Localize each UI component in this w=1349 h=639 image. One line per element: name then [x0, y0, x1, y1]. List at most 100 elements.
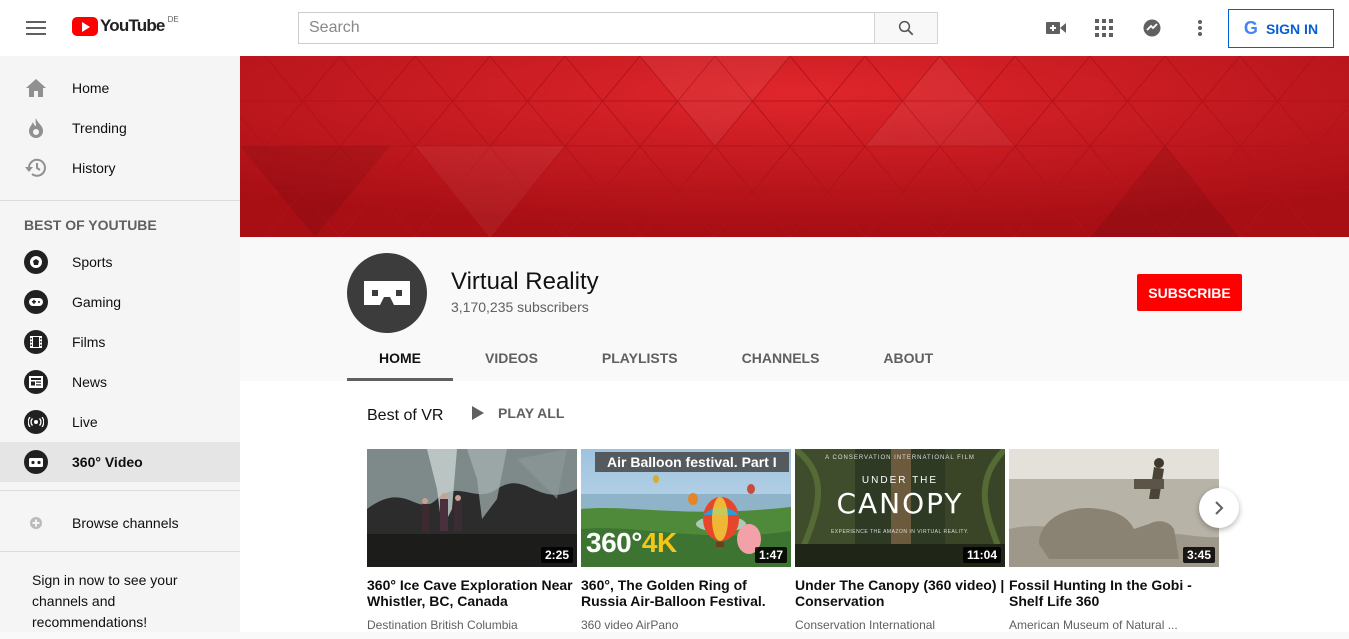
sidebar-item-label: History: [72, 160, 116, 176]
sidebar-item-label: Films: [72, 334, 106, 350]
tab-about[interactable]: ABOUT: [851, 335, 965, 381]
films-icon: [24, 330, 48, 354]
google-g-icon: G: [1243, 18, 1258, 38]
create-video-icon[interactable]: [1044, 16, 1068, 40]
video-duration: 2:25: [540, 547, 573, 563]
video-thumbnail[interactable]: 2:25: [367, 449, 577, 567]
video-shelf: 2:25 360° Ice Cave Exploration Near Whis…: [367, 449, 1219, 632]
video-title[interactable]: Fossil Hunting In the Gobi - Shelf Life …: [1009, 577, 1219, 609]
sidebar-item-browse-channels[interactable]: Browse channels: [0, 503, 240, 543]
shelf-next-button[interactable]: [1199, 488, 1239, 528]
sidebar-item-live[interactable]: Live: [0, 402, 240, 442]
video-channel[interactable]: Conservation International: [795, 618, 1005, 632]
messages-icon[interactable]: [1140, 16, 1164, 40]
youtube-play-icon: [72, 16, 98, 36]
play-all-button[interactable]: PLAY ALL: [472, 405, 564, 421]
sidebar-item-label: Browse channels: [72, 515, 179, 531]
sidebar-item-history[interactable]: History: [0, 148, 240, 188]
logo-region: DE: [167, 14, 179, 24]
sidebar-item-360-video[interactable]: 360° Video: [0, 442, 240, 482]
tab-videos[interactable]: VIDEOS: [453, 335, 570, 381]
sidebar-item-label: Home: [72, 80, 110, 96]
logo-text: YouTube: [100, 16, 165, 35]
more-vert-icon[interactable]: [1188, 16, 1212, 40]
search-icon: [898, 20, 914, 36]
channel-content: Best of VR PLAY ALL 2:25 360° Ice Cave E…: [240, 381, 1349, 632]
channel-header: Virtual Reality 3,170,235 subscribers SU…: [240, 237, 1349, 381]
thumbnail-canopy-title: CANOPY: [836, 487, 964, 520]
tab-playlists[interactable]: PLAYLISTS: [570, 335, 710, 381]
channel-title: Virtual Reality: [451, 268, 599, 295]
youtube-logo[interactable]: YouTube DE: [72, 14, 179, 36]
video-duration: 1:47: [754, 547, 787, 563]
flame-icon: [24, 116, 48, 140]
thumbnail-4k-text: 4K: [641, 527, 677, 558]
sidebar-item-home[interactable]: Home: [0, 68, 240, 108]
history-icon: [24, 156, 48, 180]
channel-banner: [240, 56, 1349, 237]
video-duration: 11:04: [962, 547, 1001, 563]
subscribe-button[interactable]: SUBSCRIBE: [1137, 274, 1242, 311]
sidebar-item-label: Live: [72, 414, 98, 430]
chevron-right-icon: [1215, 501, 1224, 515]
sidebar-item-films[interactable]: Films: [0, 322, 240, 362]
video-title[interactable]: Under The Canopy (360 video) | Conservat…: [795, 577, 1005, 609]
sign-in-button[interactable]: G SIGN IN: [1228, 9, 1334, 48]
search-bar: [298, 12, 938, 44]
sidebar-item-label: Gaming: [72, 294, 122, 310]
thumbnail-film-credit: A CONSERVATION INTERNATIONAL FILM: [825, 455, 975, 461]
video-channel[interactable]: 360 video AirPano: [581, 618, 791, 632]
sidebar-item-label: Trending: [72, 120, 127, 136]
sidebar: Home Trending History BEST OF YOUTUBE Sp…: [0, 56, 240, 632]
video-card[interactable]: Air Balloon festival. Part I 360°4K 1:47…: [581, 449, 791, 632]
video-duration: 3:45: [1182, 547, 1215, 563]
sidebar-item-label: 360° Video: [72, 454, 143, 470]
video-card[interactable]: A CONSERVATION INTERNATIONAL FILM UNDER …: [795, 449, 1005, 632]
apps-grid-icon[interactable]: [1092, 16, 1116, 40]
video-channel[interactable]: Destination British Columbia: [367, 618, 577, 632]
video-channel[interactable]: American Museum of Natural ...: [1009, 618, 1219, 632]
sidebar-item-news[interactable]: News: [0, 362, 240, 402]
thumbnail-tagline: EXPERIENCE THE AMAZON IN VIRTUAL REALITY…: [830, 529, 970, 535]
home-icon: [24, 76, 48, 100]
sign-in-note: Sign in now to see your channels and rec…: [32, 572, 178, 630]
thumbnail-360-4k-text: 360°4K: [586, 527, 677, 559]
subscriber-count: 3,170,235 subscribers: [451, 299, 589, 315]
vr-headset-icon: [364, 281, 410, 305]
live-icon: [24, 410, 48, 434]
search-button[interactable]: [874, 12, 938, 44]
sidebar-divider: [0, 490, 240, 491]
add-circle-icon: [24, 511, 48, 535]
sidebar-item-label: News: [72, 374, 108, 390]
tab-home[interactable]: HOME: [347, 335, 453, 381]
tab-channels[interactable]: CHANNELS: [710, 335, 852, 381]
thumbnail-under-the: UNDER THE: [861, 475, 939, 486]
channel-avatar[interactable]: [347, 253, 427, 333]
thumbnail-360-text: 360°: [586, 527, 642, 558]
shelf-title[interactable]: Best of VR: [367, 407, 443, 425]
video-thumbnail[interactable]: Air Balloon festival. Part I 360°4K 1:47: [581, 449, 791, 567]
channel-tabs: HOME VIDEOS PLAYLISTS CHANNELS ABOUT: [347, 335, 965, 381]
sign-in-label: SIGN IN: [1265, 20, 1319, 37]
play-icon: [472, 406, 484, 420]
video-thumbnail[interactable]: 3:45: [1009, 449, 1219, 567]
menu-icon[interactable]: [24, 18, 48, 38]
top-bar: YouTube DE G SIGN IN: [0, 0, 1349, 56]
news-icon: [24, 370, 48, 394]
sidebar-divider: [0, 551, 240, 552]
play-all-label: PLAY ALL: [498, 405, 565, 421]
video-title[interactable]: 360° Ice Cave Exploration Near Whistler,…: [367, 577, 577, 609]
video-card[interactable]: 2:25 360° Ice Cave Exploration Near Whis…: [367, 449, 577, 632]
search-input[interactable]: [298, 12, 874, 44]
banner-pattern: [240, 56, 1349, 237]
sports-icon: [24, 250, 48, 274]
sidebar-heading-best: BEST OF YOUTUBE: [24, 217, 157, 233]
sidebar-item-gaming[interactable]: Gaming: [0, 282, 240, 322]
video-card[interactable]: 3:45 Fossil Hunting In the Gobi - Shelf …: [1009, 449, 1219, 632]
video-title[interactable]: 360°, The Golden Ring of Russia Air-Ball…: [581, 577, 791, 609]
sidebar-item-trending[interactable]: Trending: [0, 108, 240, 148]
sidebar-divider: [0, 200, 240, 201]
thumbnail-caption: Air Balloon festival. Part I: [595, 452, 789, 472]
video-thumbnail[interactable]: A CONSERVATION INTERNATIONAL FILM UNDER …: [795, 449, 1005, 567]
sidebar-item-sports[interactable]: Sports: [0, 242, 240, 282]
